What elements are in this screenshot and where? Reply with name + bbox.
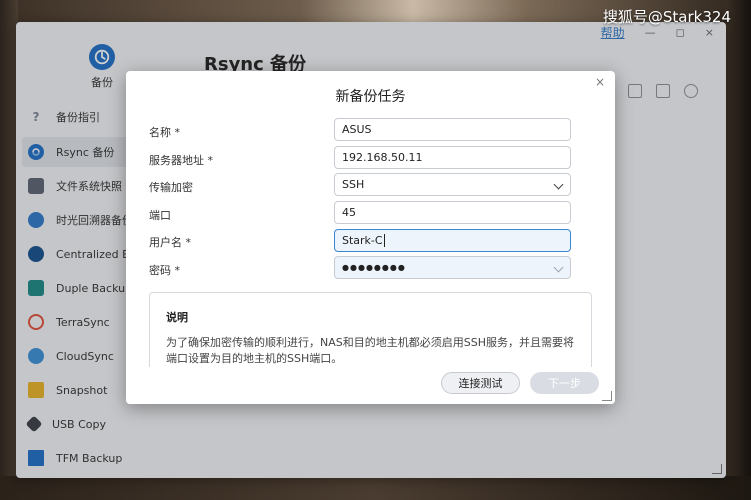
port-label: 端口 bbox=[149, 209, 171, 222]
dialog-title: 新备份任务 bbox=[335, 89, 406, 105]
background-photo-bottom bbox=[0, 476, 751, 500]
server-address-field[interactable]: 192.168.50.11 bbox=[334, 146, 571, 169]
encryption-select[interactable]: SSH bbox=[334, 173, 571, 196]
new-backup-task-dialog: 新备份任务 × 名称 * ASUS 服务器地址 * 192.168.50.11 … bbox=[126, 71, 615, 404]
username-value: Stark-C bbox=[342, 234, 383, 247]
autofill-chevron-icon[interactable] bbox=[553, 262, 564, 273]
server-address-label: 服务器地址 * bbox=[149, 154, 213, 167]
note-box: 说明 为了确保加密传输的顺利进行，NAS和目的地主机都必须启用SSH服务，并且需… bbox=[149, 292, 592, 377]
text-cursor bbox=[383, 234, 385, 247]
password-value: ●●●●●●●● bbox=[342, 263, 406, 272]
dialog-resize-handle[interactable] bbox=[602, 391, 612, 401]
password-label: 密码 * bbox=[149, 264, 180, 277]
name-field[interactable]: ASUS bbox=[334, 118, 571, 141]
encryption-label: 传输加密 bbox=[149, 181, 193, 194]
connection-test-button[interactable]: 连接测试 bbox=[441, 372, 520, 394]
password-field[interactable]: ●●●●●●●● bbox=[334, 256, 571, 279]
encryption-value: SSH bbox=[342, 178, 365, 191]
close-icon[interactable]: × bbox=[595, 75, 605, 89]
username-field[interactable]: Stark-C bbox=[334, 229, 571, 252]
note-text: 为了确保加密传输的顺利进行，NAS和目的地主机都必须启用SSH服务，并且需要将端… bbox=[166, 336, 574, 365]
chevron-down-icon bbox=[553, 179, 564, 190]
username-label: 用户名 * bbox=[149, 236, 191, 249]
note-title: 说明 bbox=[166, 311, 188, 324]
watermark: 搜狐号@Stark324 bbox=[602, 8, 731, 26]
port-field[interactable]: 45 bbox=[334, 201, 571, 224]
next-button[interactable]: 下一步 bbox=[530, 372, 599, 394]
name-label: 名称 * bbox=[149, 126, 180, 139]
background-photo-right bbox=[725, 0, 751, 500]
